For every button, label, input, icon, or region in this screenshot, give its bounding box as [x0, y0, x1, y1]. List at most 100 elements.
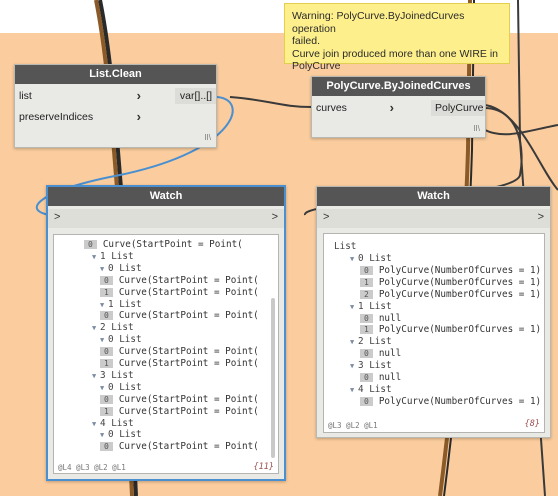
list-header: ▼ 1 List: [350, 301, 392, 313]
list-header-label: 2 List: [358, 336, 392, 348]
list-header-label: 4 List: [358, 383, 392, 395]
collapse-triangle-icon[interactable]: ▼: [100, 429, 108, 441]
list-header: ▼ 1 List: [100, 299, 142, 311]
watch-node-2[interactable]: Watch > > List ▼ 0 List 0 PolyCurve(NumberO…: [316, 186, 551, 438]
list-item: 1 PolyCurve(NumberOfCurves = 1): [360, 277, 541, 289]
collapse-triangle-icon[interactable]: ▼: [92, 322, 100, 334]
list-item: 2 PolyCurve(NumberOfCurves = 1): [360, 289, 541, 301]
list-header: ▼ 0 List: [100, 263, 142, 275]
output-chevron-icon[interactable]: >: [538, 211, 544, 223]
item-value: PolyCurve(NumberOfCurves = 1): [378, 395, 542, 407]
index-badge: 0: [84, 240, 97, 249]
collapse-triangle-icon[interactable]: ▼: [100, 334, 108, 346]
watch-node-1[interactable]: Watch > > 0 Curve(StartPoint = Point(▼ 1 L…: [46, 185, 286, 481]
item-value: Curve(StartPoint = Point(: [102, 239, 243, 250]
index-badge: 1: [100, 406, 113, 416]
input-port-list[interactable]: list ›: [15, 88, 143, 104]
list-item: 0 null: [360, 313, 401, 325]
list-levels: @L4 @L3 @L2 @L1: [58, 463, 126, 472]
node-title[interactable]: List.Clean: [15, 65, 216, 84]
list-header-label: 0 List: [358, 253, 392, 264]
port-bar[interactable]: > >: [317, 209, 550, 228]
item-value: Curve(StartPoint = Point(: [118, 274, 259, 286]
collapse-triangle-icon[interactable]: ▼: [350, 301, 358, 313]
collapse-triangle-icon[interactable]: ▼: [350, 253, 358, 265]
index-badge: 0: [100, 442, 113, 452]
item-value: null: [378, 372, 402, 383]
item-value: null: [378, 312, 402, 324]
item-value: null: [378, 348, 402, 360]
list-item: 0 null: [360, 348, 401, 360]
input-port-curves[interactable]: curves ›: [312, 100, 396, 116]
list-header: ▼ 0 List: [350, 253, 392, 265]
root-list-label: List: [334, 241, 357, 252]
lacing-indicator: l l \: [204, 133, 211, 142]
index-badge: 1: [100, 359, 113, 368]
scrollbar[interactable]: [271, 298, 275, 458]
index-badge: 0: [100, 311, 113, 321]
polycurve-node[interactable]: PolyCurve.ByJoinedCurves curves › PolyCu…: [311, 76, 486, 138]
item-count: {11}: [253, 462, 274, 472]
chevron-right-icon: ›: [136, 109, 141, 124]
list-header: ▼ 3 List: [350, 360, 392, 372]
index-badge: 0: [100, 347, 113, 357]
collapse-triangle-icon[interactable]: ▼: [92, 251, 100, 263]
collapse-triangle-icon[interactable]: ▼: [100, 299, 108, 311]
list-header-label: 3 List: [358, 360, 392, 372]
list-header: ▼ 4 List: [92, 418, 134, 430]
item-value: PolyCurve(NumberOfCurves = 1): [378, 276, 542, 288]
item-count: {8}: [524, 419, 540, 429]
input-port-preserve-indices[interactable]: preserveIndices ›: [15, 109, 143, 125]
node-title[interactable]: PolyCurve.ByJoinedCurves: [312, 77, 485, 96]
list-item: 0 Curve(StartPoint = Point(: [100, 394, 259, 406]
item-value: Curve(StartPoint = Point(: [118, 310, 259, 322]
item-value: Curve(StartPoint = Point(: [118, 358, 259, 369]
port-label: curves: [316, 102, 347, 114]
item-value: Curve(StartPoint = Point(: [118, 346, 259, 358]
index-badge: 0: [360, 373, 373, 382]
chevron-right-icon: ›: [389, 100, 394, 115]
index-badge: 0: [360, 265, 373, 275]
node-title[interactable]: Watch: [317, 187, 550, 206]
port-label: list: [19, 90, 32, 102]
collapse-triangle-icon[interactable]: ▼: [350, 360, 358, 372]
item-value: Curve(StartPoint = Point(: [118, 286, 259, 298]
item-value: PolyCurve(NumberOfCurves = 1): [378, 324, 542, 336]
list-item: 0 Curve(StartPoint = Point(: [84, 239, 243, 251]
input-chevron-icon[interactable]: >: [54, 211, 60, 223]
list-item: 0 Curve(StartPoint = Point(: [100, 346, 259, 358]
collapse-triangle-icon[interactable]: ▼: [350, 384, 358, 396]
index-badge: 1: [360, 277, 373, 287]
collapse-triangle-icon[interactable]: ▼: [100, 382, 108, 394]
index-badge: 0: [100, 394, 113, 404]
output-chevron-icon[interactable]: >: [272, 211, 278, 223]
list-header: ▼ 2 List: [350, 336, 392, 348]
list-item: 0 PolyCurve(NumberOfCurves = 1): [360, 265, 541, 277]
list-item: 1 PolyCurve(NumberOfCurves = 1): [360, 324, 541, 336]
index-badge: 0: [360, 313, 373, 323]
item-value: PolyCurve(NumberOfCurves = 1): [378, 264, 542, 276]
watch-content[interactable]: 0 Curve(StartPoint = Point(▼ 1 List ▼ 0 List…: [53, 234, 279, 474]
input-chevron-icon[interactable]: >: [323, 211, 329, 223]
index-badge: 1: [100, 287, 113, 297]
index-badge: 0: [360, 349, 373, 359]
watch-content[interactable]: List ▼ 0 List 0 PolyCurve(NumberOfCurves = …: [323, 233, 545, 433]
collapse-triangle-icon[interactable]: ▼: [92, 370, 100, 382]
output-port-polycurve[interactable]: PolyCurve: [431, 100, 485, 116]
collapse-triangle-icon[interactable]: ▼: [100, 263, 108, 275]
port-label: preserveIndices: [19, 111, 94, 123]
item-value: Curve(StartPoint = Point(: [118, 441, 259, 453]
list-header-label: 3 List: [100, 369, 134, 381]
node-title[interactable]: Watch: [48, 187, 284, 206]
list-header: ▼ 4 List: [350, 384, 392, 396]
list-levels: @L3 @L2 @L1: [328, 421, 378, 430]
output-port-var[interactable]: var[]..[]: [175, 88, 216, 104]
list-clean-node[interactable]: List.Clean list › preserveIndices › var[…: [14, 64, 217, 148]
list-header-label: 1 List: [358, 300, 392, 312]
port-bar[interactable]: > >: [48, 209, 284, 228]
list-header-label: 2 List: [100, 322, 134, 334]
item-value: PolyCurve(NumberOfCurves = 1): [378, 288, 542, 300]
collapse-triangle-icon[interactable]: ▼: [92, 418, 100, 430]
collapse-triangle-icon[interactable]: ▼: [350, 336, 358, 348]
list-header-label: 1 List: [100, 250, 134, 262]
